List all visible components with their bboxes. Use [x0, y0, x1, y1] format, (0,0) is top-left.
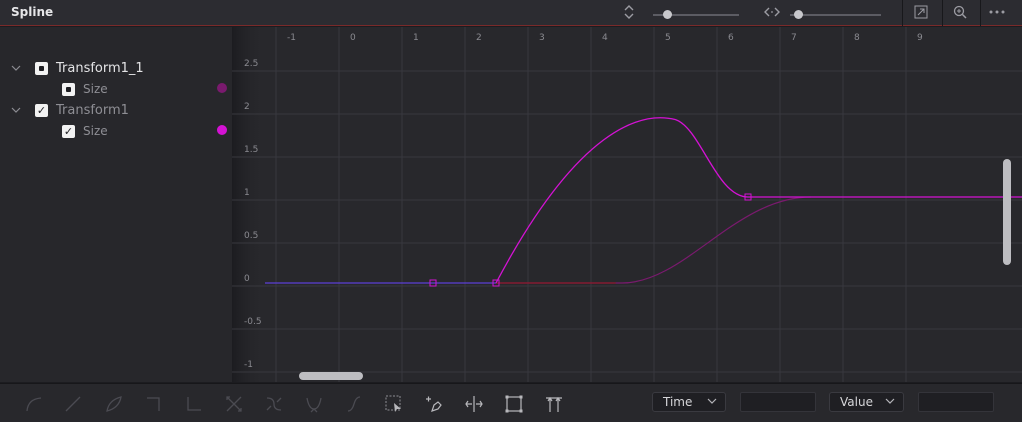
time-dropdown-label: Time: [663, 395, 693, 409]
step-out-icon[interactable]: [184, 394, 204, 414]
vertical-resize-icon[interactable]: [621, 4, 637, 20]
tree-item-label: Size: [83, 82, 108, 96]
y-tick-label: 0.5: [244, 231, 258, 241]
tree-item-label: Transform1: [56, 102, 129, 118]
tree-item-size-2[interactable]: ✓ Size: [62, 122, 108, 140]
vertical-zoom-slider[interactable]: [653, 10, 739, 19]
spline-graph-canvas[interactable]: -1 0 1 2 3 4 5 6 7 8 9 2.5 2 1.5 1 0.5 0 -0.5 -1: [232, 27, 1022, 382]
spline-toolbar: Time Value: [0, 383, 1022, 422]
time-dropdown[interactable]: Time: [652, 392, 726, 412]
y-tick-label: -1: [244, 360, 253, 370]
tree-item-transform1-1[interactable]: Transform1_1: [35, 59, 144, 77]
add-point-icon[interactable]: [424, 394, 444, 414]
x-tick-label: 4: [602, 33, 608, 43]
horizontal-zoom-slider-knob[interactable]: [794, 10, 803, 19]
time-stretch-icon[interactable]: [464, 394, 484, 414]
tree-item-label: Transform1_1: [56, 60, 144, 76]
chevron-down-icon[interactable]: [11, 105, 21, 115]
x-tick-label: 6: [728, 33, 734, 43]
chevron-down-icon[interactable]: [11, 63, 21, 73]
smooth-icon[interactable]: [24, 394, 44, 414]
x-tick-label: 3: [539, 33, 545, 43]
horizontal-zoom-slider[interactable]: [790, 10, 881, 19]
x-tick-label: 8: [854, 33, 860, 43]
shape-box-icon[interactable]: [504, 394, 524, 414]
show-key-markers-icon[interactable]: [544, 394, 564, 414]
spline-title-bar: Spline: [0, 0, 1022, 26]
checkbox-size-2[interactable]: ✓: [62, 124, 75, 138]
x-tick-label: 5: [665, 33, 671, 43]
zoom-icon[interactable]: [952, 4, 968, 20]
fit-view-icon[interactable]: [913, 4, 929, 20]
curve-color-swatch[interactable]: [217, 83, 227, 93]
x-tick-label: 2: [476, 33, 482, 43]
y-tick-label: -0.5: [244, 317, 262, 327]
horizontal-scrollbar[interactable]: [299, 372, 363, 380]
time-value-field[interactable]: [740, 392, 816, 412]
tree-item-label: Size: [83, 124, 108, 138]
horizontal-resize-icon[interactable]: [762, 4, 782, 20]
chevron-down-icon: [885, 396, 895, 409]
value-dropdown-label: Value: [840, 395, 873, 409]
checkbox-size-1[interactable]: [62, 82, 75, 96]
value-dropdown[interactable]: Value: [829, 392, 904, 412]
select-all-icon[interactable]: [384, 394, 404, 414]
x-tick-label: 1: [413, 33, 419, 43]
relative-loop-icon[interactable]: [344, 394, 364, 414]
reverse-icon[interactable]: [224, 394, 244, 414]
x-tick-label: 0: [350, 33, 356, 43]
curve-color-swatch[interactable]: [217, 125, 227, 135]
y-tick-label: 2: [244, 102, 250, 112]
spline-graph[interactable]: -1 0 1 2 3 4 5 6 7 8 9 2.5 2 1.5 1 0.5 0 -0.5 -1: [232, 27, 1022, 382]
x-tick-label: 7: [791, 33, 797, 43]
vertical-scrollbar[interactable]: [1003, 159, 1011, 265]
ping-pong-icon[interactable]: [264, 394, 284, 414]
x-tick-label: -1: [287, 33, 296, 43]
tree-item-size-1[interactable]: Size: [62, 80, 108, 98]
step-in-icon[interactable]: [144, 394, 164, 414]
spline-tree-panel: Transform1_1 Size ✓ Transform1 ✓ Size: [0, 27, 232, 382]
y-tick-label: 1.5: [244, 145, 258, 155]
tree-item-transform1[interactable]: ✓ Transform1: [35, 101, 129, 119]
y-tick-label: 1: [244, 188, 250, 198]
more-options-icon[interactable]: [987, 4, 1007, 20]
panel-title: Spline: [11, 5, 54, 19]
set-loop-icon[interactable]: [304, 394, 324, 414]
x-tick-label: 9: [917, 33, 923, 43]
vertical-zoom-slider-knob[interactable]: [663, 10, 672, 19]
linear-icon[interactable]: [63, 394, 83, 414]
checkbox-transform1[interactable]: ✓: [35, 103, 48, 117]
checkbox-transform1-1[interactable]: [35, 61, 48, 75]
y-tick-label: 2.5: [244, 59, 258, 69]
value-value-field[interactable]: [918, 392, 994, 412]
chevron-down-icon: [707, 396, 717, 409]
y-tick-label: 0: [244, 274, 250, 284]
invert-icon[interactable]: [104, 394, 124, 414]
